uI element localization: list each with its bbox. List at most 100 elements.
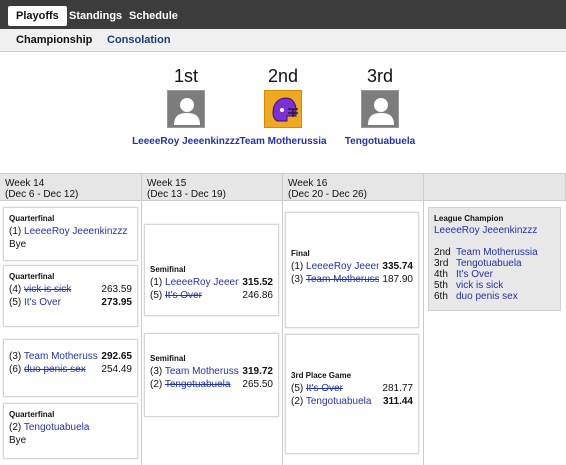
team-link[interactable]: Team Motherussia: [24, 351, 106, 362]
seed: (2): [150, 379, 163, 390]
tab-schedule[interactable]: Schedule: [121, 6, 186, 26]
final-rank-row: 3rd Tengotuabuela: [434, 258, 555, 269]
matchup-quarterfinal-1[interactable]: Quarterfinal (1) LeeeeRoy Jeeenkinzzz By…: [3, 207, 138, 261]
seed: (5): [9, 297, 22, 308]
team-link[interactable]: Tengotuabuela: [306, 396, 372, 407]
score: 246.86: [239, 289, 273, 302]
rank-place: 2nd: [434, 247, 451, 258]
matchup-title: Quarterfinal: [9, 410, 55, 419]
final-rank-row: 4th It's Over: [434, 269, 555, 280]
column-divider: [423, 201, 424, 465]
matchup-team: (2) Tengotuabuela 311.44: [291, 395, 413, 408]
seed: (1): [150, 277, 163, 288]
team-link[interactable]: Tengotuabuela: [24, 422, 90, 433]
week-15-header: Week 15 (Dec 13 - Dec 19): [142, 173, 283, 201]
matchup-team: (6) duo penis sex 254.49: [9, 363, 132, 376]
matchup-team: (5) It's Over 281.77: [291, 382, 413, 395]
champion-header: [424, 173, 566, 201]
score: 311.44: [379, 395, 413, 408]
week-dates: (Dec 13 - Dec 19): [147, 189, 226, 200]
bye-label: Bye: [9, 435, 27, 446]
matchup-quarterfinal-3[interactable]: (3) Team Motherussia 292.65 (6) duo peni…: [3, 339, 138, 397]
score: 254.49: [98, 363, 132, 376]
matchup-quarterfinal-4[interactable]: Quarterfinal (2) Tengotuabuela Bye: [3, 403, 138, 459]
matchup-quarterfinal-2[interactable]: Quarterfinal (4) vick is sick 263.59 (5)…: [3, 265, 138, 327]
place-label: 3rd: [366, 66, 393, 86]
matchup-team: (3) Team Motherussia 319.72: [150, 365, 273, 378]
matchup-semifinal-1[interactable]: Semifinal (1) LeeeeRoy Jeeenkinzzz 315.5…: [144, 224, 279, 316]
matchup-third-place[interactable]: 3rd Place Game (5) It's Over 281.77 (2) …: [285, 334, 419, 454]
matchup-team: (1) LeeeeRoy Jeeenkinzzz: [9, 225, 132, 238]
tab-standings[interactable]: Standings: [61, 6, 130, 26]
seed: (3): [9, 351, 22, 362]
team-link[interactable]: It's Over: [24, 297, 61, 308]
week-label: Week 15: [147, 178, 187, 189]
seed: (3): [291, 274, 304, 285]
matchup-team: (1) LeeeeRoy Jeeenkinzzz 315.52: [150, 276, 273, 289]
sub-nav: Championship Consolation: [0, 29, 566, 52]
matchup-team: (3) Team Motherussia 187.90: [291, 273, 413, 286]
matchup-team: (1) LeeeeRoy Jeeenkinzzz 335.74: [291, 260, 413, 273]
score: 319.72: [239, 365, 273, 378]
subtab-consolation[interactable]: Consolation: [107, 34, 171, 46]
team-link[interactable]: duo penis sex: [456, 291, 518, 302]
matchup-final[interactable]: Final (1) LeeeeRoy Jeeenkinzzz 335.74 (3…: [285, 212, 419, 328]
champion-title: League Champion: [434, 214, 504, 223]
matchup-team: (2) Tengotuabuela 265.50: [150, 378, 273, 391]
team-link[interactable]: duo penis sex: [24, 364, 86, 375]
week-label: Week 16: [288, 178, 328, 189]
seed: (2): [291, 396, 304, 407]
seed: (1): [9, 226, 22, 237]
week-dates: (Dec 20 - Dec 26): [288, 189, 367, 200]
team-link[interactable]: Team Motherussia: [306, 274, 388, 285]
rank-place: 6th: [434, 291, 448, 302]
seed: (5): [291, 383, 304, 394]
seed: (1): [291, 261, 304, 272]
tab-playoffs[interactable]: Playoffs: [8, 6, 67, 26]
helmet-icon: [264, 90, 302, 128]
person-icon: [167, 90, 205, 128]
score: 292.65: [98, 350, 132, 363]
team-link[interactable]: Tengotuabuela: [456, 258, 522, 269]
seed: (2): [9, 422, 22, 433]
matchup-team: (3) Team Motherussia 292.65: [9, 350, 132, 363]
final-rank-row: 6th duo penis sex: [434, 291, 555, 302]
team-link[interactable]: vick is sick: [24, 284, 71, 295]
week-16-header: Week 16 (Dec 20 - Dec 26): [283, 173, 424, 201]
matchup-semifinal-2[interactable]: Semifinal (3) Team Motherussia 319.72 (2…: [144, 333, 279, 417]
team-link[interactable]: Team Motherussia: [165, 366, 247, 377]
matchup-title: Semifinal: [150, 354, 186, 363]
matchup-title: 3rd Place Game: [291, 371, 352, 380]
score: 263.59: [98, 283, 132, 296]
team-link[interactable]: Tengotuabuela: [165, 379, 231, 390]
seed: (5): [150, 290, 163, 301]
matchup-title: Final: [291, 249, 310, 258]
final-rank-row: 5th vick is sick: [434, 280, 555, 291]
team-link[interactable]: It's Over: [165, 290, 202, 301]
score: 281.77: [379, 382, 413, 395]
subtab-championship[interactable]: Championship: [16, 34, 92, 46]
person-icon: [361, 90, 399, 128]
score: 273.95: [98, 296, 132, 309]
champion-team-link[interactable]: LeeeeRoy Jeeenkinzzz: [434, 225, 555, 236]
bye-label: Bye: [9, 239, 27, 250]
league-champion-box: League Champion LeeeeRoy Jeeenkinzzz 2nd…: [428, 207, 561, 311]
score: 335.74: [379, 260, 413, 273]
column-divider: [282, 201, 283, 465]
matchup-team: (4) vick is sick 263.59: [9, 283, 132, 296]
week-14-header: Week 14 (Dec 6 - Dec 12): [0, 173, 142, 201]
matchup-team: (5) It's Over 246.86: [150, 289, 273, 302]
week-label: Week 14: [5, 178, 45, 189]
team-link[interactable]: Team Motherussia: [456, 247, 538, 258]
top-nav: Playoffs Standings Schedule: [0, 0, 566, 29]
week-dates: (Dec 6 - Dec 12): [5, 189, 79, 200]
rank-place: 3rd: [434, 258, 449, 269]
matchup-team: (5) It's Over 273.95: [9, 296, 132, 309]
podium-third: 3rd Tengotuabuela: [320, 66, 440, 148]
team-link[interactable]: vick is sick: [456, 280, 503, 291]
matchup-title: Quarterfinal: [9, 214, 55, 223]
team-link[interactable]: LeeeeRoy Jeeenkinzzz: [24, 226, 127, 237]
team-link[interactable]: Tengotuabuela: [320, 136, 440, 148]
team-link[interactable]: It's Over: [456, 269, 493, 280]
team-link[interactable]: It's Over: [306, 383, 343, 394]
